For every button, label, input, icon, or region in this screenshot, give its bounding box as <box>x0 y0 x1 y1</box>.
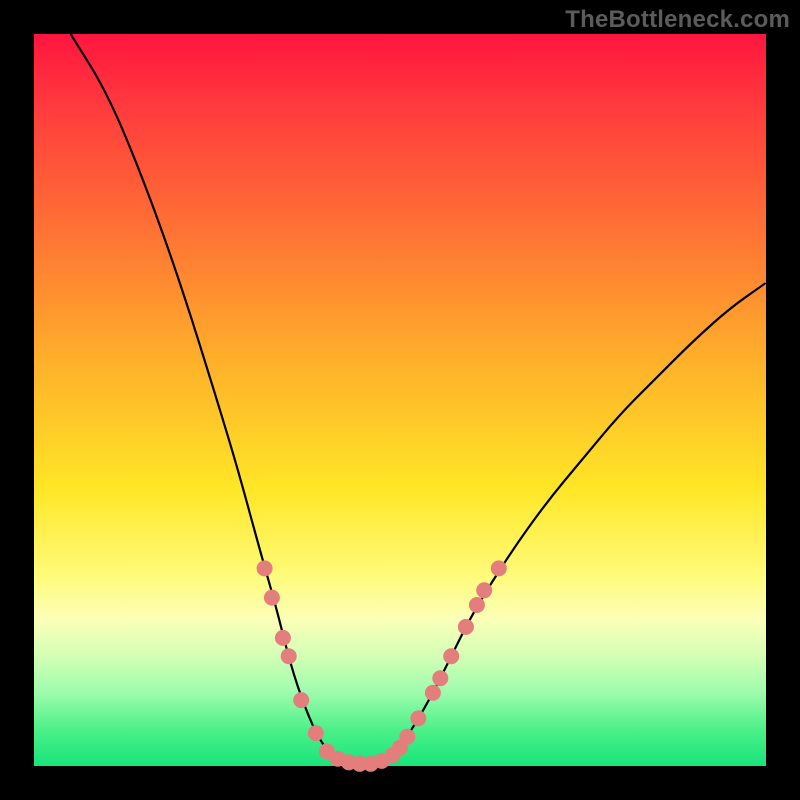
curve-marker <box>293 692 309 708</box>
curve-marker <box>458 619 474 635</box>
curve-marker <box>432 670 448 686</box>
curve-marker <box>443 648 459 664</box>
curve-markers <box>257 560 507 771</box>
curve-marker <box>469 597 485 613</box>
plot-area <box>34 34 766 766</box>
curve-marker <box>257 560 273 576</box>
curve-marker <box>308 725 324 741</box>
chart-frame: TheBottleneck.com <box>0 0 800 800</box>
curve-marker <box>264 590 280 606</box>
curve-marker <box>281 648 297 664</box>
curve-marker <box>425 685 441 701</box>
curve-marker <box>410 710 426 726</box>
curve-marker <box>491 560 507 576</box>
watermark-text: TheBottleneck.com <box>565 6 790 34</box>
curve-marker <box>476 582 492 598</box>
curve-marker <box>275 630 291 646</box>
curve-layer <box>34 34 766 766</box>
curve-marker <box>399 729 415 745</box>
bottleneck-curve <box>71 34 766 764</box>
